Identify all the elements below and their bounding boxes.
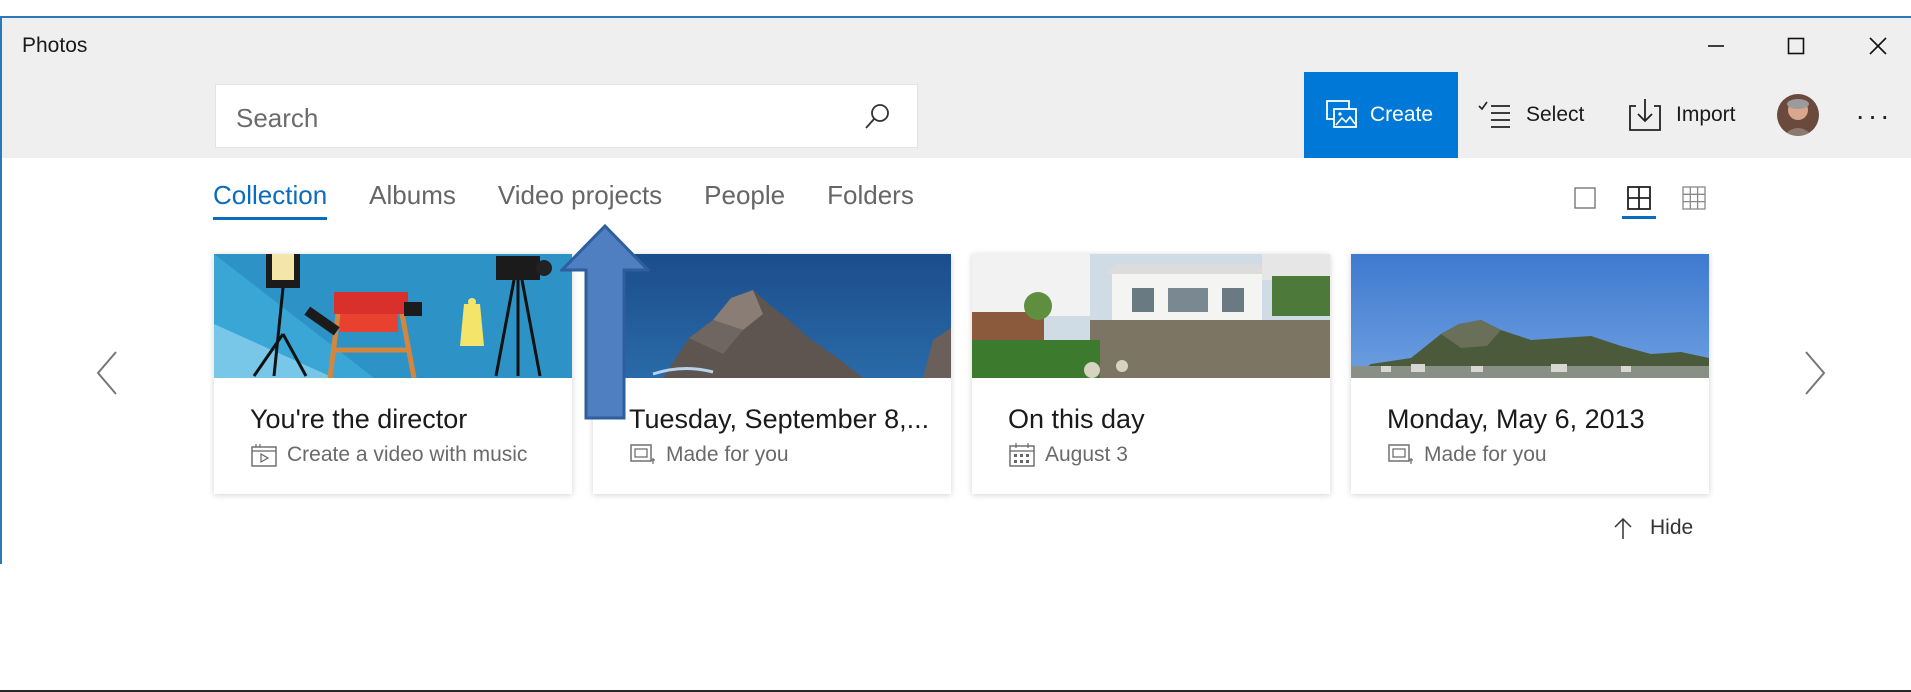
- minimize-icon: [1708, 45, 1724, 47]
- close-icon: [1869, 37, 1887, 55]
- view-selected-indicator: [1622, 216, 1656, 219]
- search-input[interactable]: Search: [236, 103, 318, 134]
- create-label: Create: [1370, 103, 1434, 126]
- album-icon: [1388, 444, 1413, 464]
- card-subtitle-row: Made for you: [629, 442, 789, 468]
- video-editor-icon: [251, 444, 277, 467]
- close-button[interactable]: [1848, 26, 1908, 66]
- card-on-this-day[interactable]: On this day August 3: [972, 254, 1330, 494]
- tab-people[interactable]: People: [704, 180, 785, 220]
- tab-folders[interactable]: Folders: [827, 180, 914, 220]
- card-subtitle-row: Create a video with music: [250, 442, 527, 468]
- select-label: Select: [1526, 103, 1585, 126]
- house-garden-photo: [972, 254, 1330, 378]
- window-border-left: [0, 16, 2, 564]
- select-button[interactable]: Select: [1476, 72, 1584, 158]
- select-list-icon: [1478, 101, 1510, 128]
- nav-tabs: Collection Albums Video projects People …: [213, 180, 956, 220]
- card-title: You're the director: [250, 404, 468, 434]
- card-youre-the-director[interactable]: You're the director Create a video with …: [214, 254, 572, 494]
- chevron-right-icon[interactable]: [1800, 348, 1830, 398]
- create-button[interactable]: Create: [1304, 72, 1458, 158]
- single-view-icon[interactable]: [1571, 184, 1599, 212]
- card-title: Monday, May 6, 2013: [1387, 404, 1645, 434]
- minimize-button[interactable]: [1686, 26, 1746, 66]
- calendar-icon: [1009, 443, 1035, 467]
- photos-window: Photos Search Create Select Import ··· C…: [0, 0, 1911, 692]
- card-subtitle: Made for you: [666, 443, 789, 466]
- search-box[interactable]: Search: [215, 84, 918, 148]
- medium-grid-icon[interactable]: [1625, 184, 1653, 212]
- card-monday-may-6-2013[interactable]: Monday, May 6, 2013 Made for you: [1351, 254, 1709, 494]
- hide-button[interactable]: Hide: [1610, 515, 1693, 541]
- import-icon: [1629, 99, 1661, 131]
- small-grid-icon[interactable]: [1680, 184, 1708, 212]
- card-title: On this day: [1008, 404, 1145, 434]
- tab-collection[interactable]: Collection: [213, 180, 328, 220]
- card-subtitle: August 3: [1045, 443, 1128, 466]
- arrow-up-icon: [1614, 517, 1632, 539]
- tab-albums[interactable]: Albums: [369, 180, 456, 220]
- maximize-icon: [1787, 37, 1805, 55]
- card-subtitle-row: August 3: [1008, 442, 1128, 468]
- app-title: Photos: [22, 34, 88, 57]
- card-subtitle: Create a video with music: [287, 443, 528, 466]
- avatar[interactable]: [1777, 94, 1819, 136]
- chevron-left-icon[interactable]: [92, 348, 122, 398]
- window-border-top: [0, 16, 1911, 18]
- import-button[interactable]: Import: [1626, 72, 1736, 158]
- director-illustration-image: [214, 254, 572, 378]
- more-options-button[interactable]: ···: [1852, 96, 1896, 136]
- album-icon: [630, 444, 655, 464]
- search-icon[interactable]: [861, 101, 893, 133]
- annotation-arrow-icon: [560, 224, 650, 420]
- card-title: Tuesday, September 8,...: [629, 404, 930, 434]
- rock-of-gibraltar-photo: [1351, 254, 1709, 378]
- maximize-button[interactable]: [1766, 26, 1826, 66]
- card-subtitle-row: Made for you: [1387, 442, 1547, 468]
- import-label: Import: [1676, 103, 1736, 126]
- user-avatar-icon: [1777, 94, 1819, 136]
- create-icon: [1326, 100, 1357, 128]
- hide-label: Hide: [1650, 516, 1694, 539]
- tab-video-projects[interactable]: Video projects: [498, 180, 662, 220]
- card-subtitle: Made for you: [1424, 443, 1547, 466]
